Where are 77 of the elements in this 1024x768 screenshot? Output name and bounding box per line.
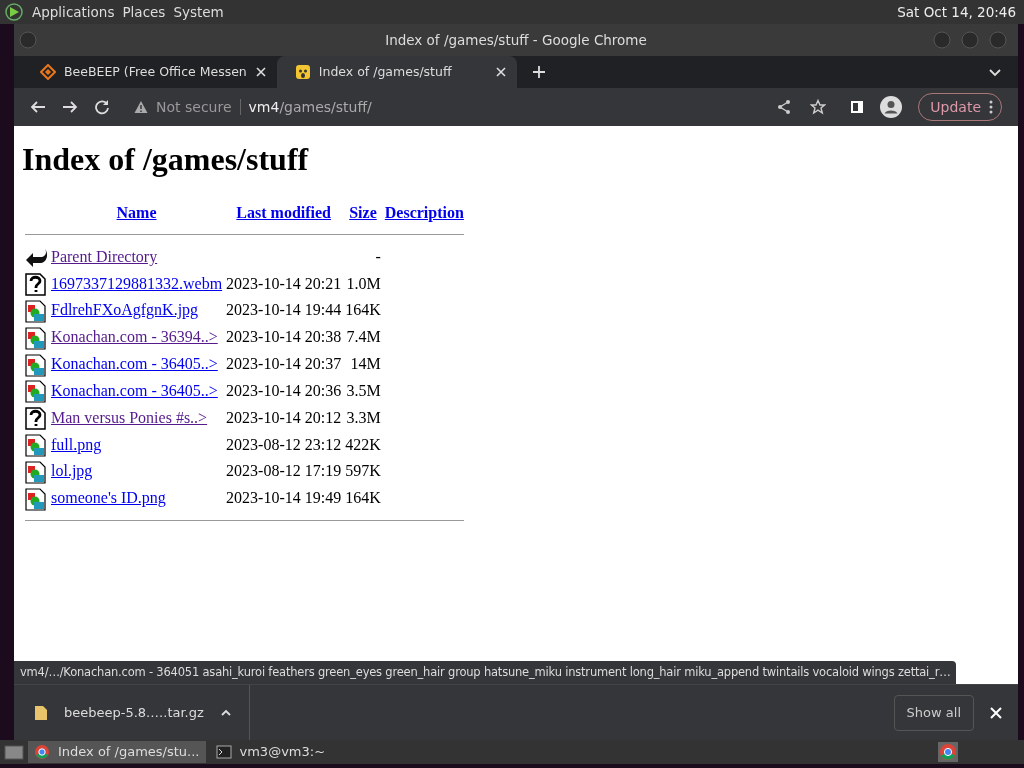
- profile-avatar-icon[interactable]: [880, 96, 903, 118]
- close-icon[interactable]: [990, 706, 1002, 719]
- file-link[interactable]: Parent Directory: [51, 247, 158, 265]
- diamond-favicon-icon: [40, 64, 56, 80]
- file-link[interactable]: Konachan.com - 36405..>: [51, 355, 218, 373]
- show-all-button[interactable]: Show all: [893, 694, 974, 731]
- new-tab-icon[interactable]: [530, 64, 547, 80]
- file-size: 7.4M: [346, 328, 381, 346]
- column-sort-link[interactable]: Description: [384, 204, 464, 222]
- link-status-bubble: vm4/…/Konachan.com - 364051 asahi_kuroi feathers green_eyes green_hair group hatsune_miku instrument long_hair miku_append twintails vocaloid wings zettai_r…: [14, 660, 957, 684]
- modified-date: 2023-10-14 20:21: [226, 274, 342, 292]
- more-menu-icon[interactable]: [989, 100, 993, 114]
- show-desktop-icon[interactable]: [4, 743, 24, 761]
- close-tab-icon[interactable]: [494, 66, 507, 78]
- reload-icon[interactable]: [94, 99, 110, 115]
- image-file-icon: [25, 380, 47, 404]
- face-favicon-icon: [294, 64, 311, 80]
- image-file-icon: [25, 460, 47, 484]
- page-heading: Index of /games/stuff: [22, 140, 310, 179]
- file-size: 164K: [345, 489, 381, 507]
- image-file-icon: [25, 434, 47, 457]
- archive-file-icon: [34, 704, 48, 721]
- file-link[interactable]: someone's ID.png: [51, 489, 166, 507]
- file-link[interactable]: full.png: [51, 435, 102, 453]
- file-size: 3.5M: [346, 381, 381, 399]
- back-arrow-icon[interactable]: [30, 99, 46, 115]
- browser-logo-icon: [34, 744, 50, 760]
- star-icon[interactable]: [810, 99, 827, 115]
- unknown-file-icon: [25, 273, 47, 297]
- file-size: 597K: [345, 462, 381, 480]
- file-link[interactable]: Man versus Ponies #s..>: [51, 408, 208, 426]
- file-size: 1.0M: [346, 274, 381, 292]
- image-file-icon: [25, 487, 47, 511]
- app-menu-logo-icon[interactable]: [4, 2, 24, 22]
- file-link[interactable]: Konachan.com - 36394..>: [51, 328, 218, 346]
- column-sort-link[interactable]: Size: [349, 204, 377, 222]
- panel-menu[interactable]: Applications: [32, 1, 115, 23]
- image-file-icon: [25, 299, 47, 323]
- column-sort-link[interactable]: Last modified: [236, 204, 331, 222]
- file-link[interactable]: lol.jpg: [51, 462, 93, 480]
- window-title: Index of /games/stuff - Google Chrome: [385, 30, 647, 50]
- clock: Sat Oct 14, 20:46: [897, 2, 1016, 22]
- file-link[interactable]: FdlrehFXoAgfgnK.jpg: [51, 301, 199, 319]
- unknown-file-icon: [25, 407, 47, 431]
- file-size: 3.3M: [346, 408, 381, 426]
- browser-tab[interactable]: Index of /games/stuff: [276, 56, 517, 88]
- terminal-icon: [215, 744, 232, 760]
- modified-date: 2023-08-12 23:12: [226, 435, 342, 453]
- modified-date: 2023-10-14 20:12: [226, 408, 342, 426]
- file-size: -: [375, 247, 381, 265]
- modified-date: 2023-08-12 17:19: [226, 462, 342, 480]
- security-label[interactable]: Not secure: [156, 96, 232, 118]
- file-link[interactable]: Konachan.com - 36405..>: [51, 381, 218, 399]
- forward-arrow-icon[interactable]: [62, 99, 78, 115]
- warning-icon: [134, 100, 148, 114]
- image-file-icon: [25, 326, 47, 350]
- close-tab-icon[interactable]: [254, 66, 267, 78]
- url-field[interactable]: vm4/games/stuff/: [248, 96, 372, 118]
- modified-date: 2023-10-14 20:36: [226, 381, 342, 399]
- taskbar-window-button[interactable]: Index of /games/stu...: [28, 741, 206, 763]
- file-size: 14M: [350, 355, 381, 373]
- modified-date: 2023-10-14 20:37: [226, 355, 342, 373]
- share-icon[interactable]: [776, 99, 793, 115]
- modified-date: 2023-10-14 20:38: [226, 328, 342, 346]
- modified-date: 2023-10-14 19:49: [226, 489, 342, 507]
- panel-menu[interactable]: System: [173, 1, 224, 23]
- file-size: 164K: [345, 301, 381, 319]
- side-panel-icon[interactable]: [850, 100, 865, 114]
- modified-date: 2023-10-14 19:44: [226, 301, 342, 319]
- image-file-icon: [25, 353, 47, 377]
- file-size: 422K: [345, 435, 381, 453]
- column-sort-link[interactable]: Name: [116, 204, 157, 222]
- file-link[interactable]: 1697337129881332.webm: [51, 274, 223, 292]
- taskbar-window-button[interactable]: vm3@vm3:~: [209, 741, 332, 763]
- browser-logo-icon[interactable]: [938, 742, 958, 762]
- browser-tab[interactable]: BeeBEEP (Free Office Messen: [22, 56, 277, 88]
- panel-menu[interactable]: Places: [122, 1, 166, 23]
